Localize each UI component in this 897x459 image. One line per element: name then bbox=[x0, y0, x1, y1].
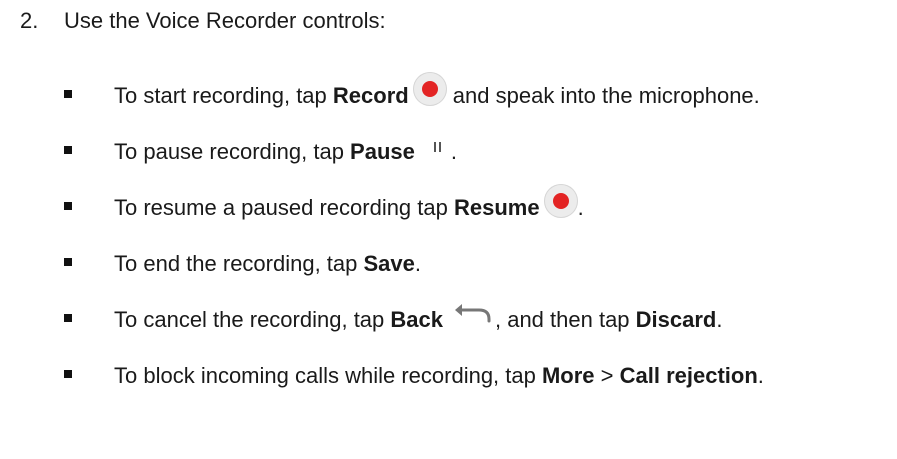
item-text: and speak into the microphone. bbox=[446, 83, 760, 108]
item-text: . bbox=[414, 251, 422, 276]
item-text: . bbox=[716, 307, 723, 332]
item-text: To start recording, tap bbox=[114, 83, 333, 108]
record-icon bbox=[412, 72, 447, 106]
step-text: Use the Voice Recorder controls: bbox=[64, 8, 386, 33]
list-item-resume-recording: To resume a paused recording tap Resume. bbox=[64, 184, 764, 244]
pause-icon bbox=[425, 136, 451, 162]
item-text: To cancel the recording, tap bbox=[114, 307, 391, 332]
more-label: More bbox=[541, 363, 595, 388]
item-text: , and then tap bbox=[494, 307, 636, 332]
discard-label: Discard bbox=[635, 307, 717, 332]
back-arrow-icon bbox=[449, 302, 495, 330]
back-label: Back bbox=[390, 307, 443, 332]
record-icon bbox=[543, 184, 578, 218]
list-item-pause-recording: To pause recording, tap Pause. bbox=[64, 132, 764, 188]
item-text: To end the recording, tap bbox=[114, 251, 364, 276]
record-label: Record bbox=[332, 83, 409, 108]
item-text: . bbox=[757, 363, 764, 388]
list-item-start-recording: To start recording, tap Record and speak… bbox=[64, 72, 764, 132]
list-item-end-recording: To end the recording, tap Save. bbox=[64, 244, 764, 300]
bullet-square-icon bbox=[64, 370, 72, 379]
item-text: To resume a paused recording tap bbox=[114, 195, 454, 220]
bullet-square-icon bbox=[64, 90, 72, 99]
item-text: > bbox=[594, 363, 620, 388]
item-text: . bbox=[577, 195, 584, 220]
instruction-list: To start recording, tap Record and speak… bbox=[64, 72, 764, 412]
resume-label: Resume bbox=[453, 195, 540, 220]
item-text: To block incoming calls while recording,… bbox=[114, 363, 542, 388]
list-item-block-calls: To block incoming calls while recording,… bbox=[64, 356, 764, 412]
bullet-square-icon bbox=[64, 314, 72, 323]
step-heading: 2. Use the Voice Recorder controls: bbox=[20, 8, 386, 34]
item-text: . bbox=[450, 139, 457, 164]
list-item-cancel-recording: To cancel the recording, tap Back , and t… bbox=[64, 300, 764, 356]
pause-label: Pause bbox=[350, 139, 415, 164]
call-rejection-label: Call rejection bbox=[619, 363, 758, 388]
bullet-square-icon bbox=[64, 258, 72, 267]
bullet-square-icon bbox=[64, 146, 72, 155]
item-text: To pause recording, tap bbox=[114, 139, 351, 164]
save-label: Save bbox=[363, 251, 415, 276]
step-number: 2. bbox=[20, 8, 39, 33]
bullet-square-icon bbox=[64, 202, 72, 211]
